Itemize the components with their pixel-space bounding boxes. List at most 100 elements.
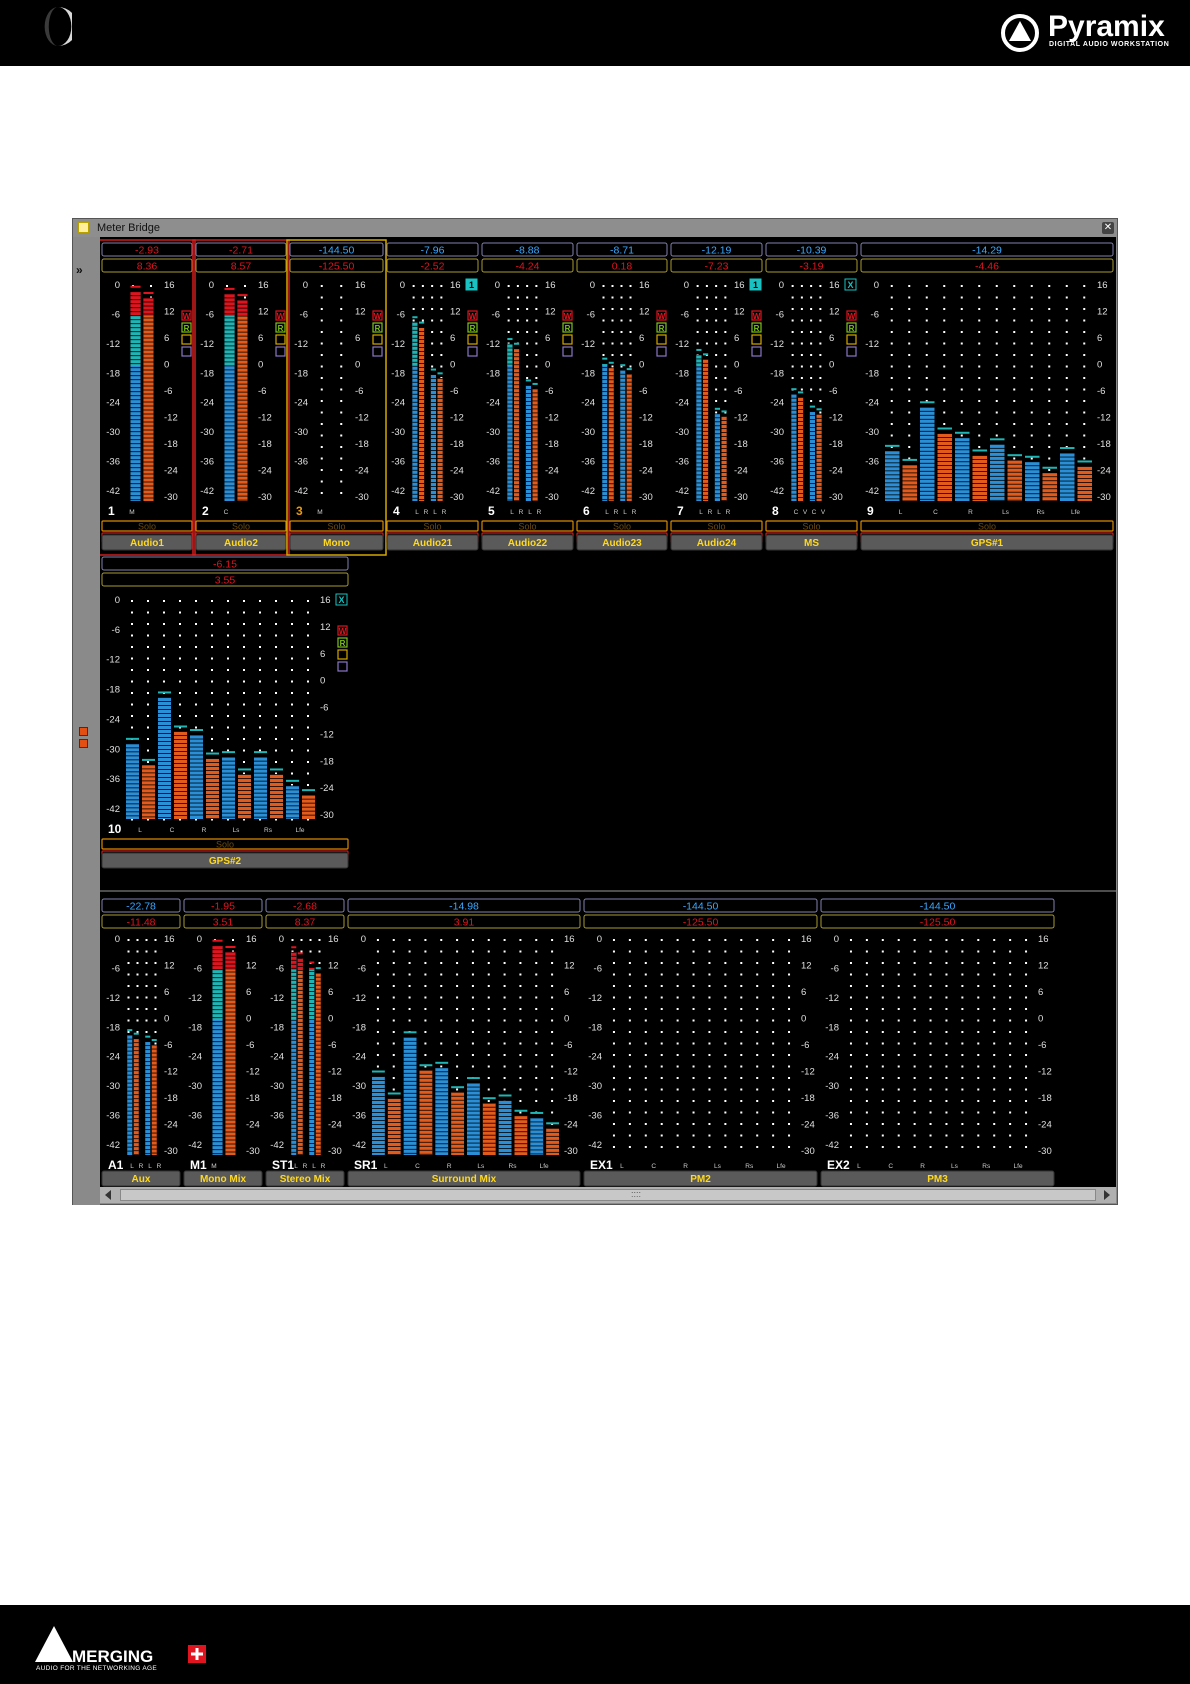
scale-right-label: -24 xyxy=(734,466,748,477)
grid-dot xyxy=(993,1077,996,1079)
grid-dot xyxy=(772,1111,775,1114)
grid-dot xyxy=(705,331,708,333)
bus-strip[interactable]: -144.50-125.500-6-12-18-24-30-36-4216126… xyxy=(583,898,818,1187)
scale-right-label: 0 xyxy=(164,1014,169,1025)
grid-dot xyxy=(676,1019,679,1022)
grid-dot xyxy=(440,1042,443,1045)
scale-right-label: 16 xyxy=(320,595,331,606)
grid-dot xyxy=(551,1008,554,1010)
bus-strip[interactable]: -14.983.910-6-12-18-24-30-36-42161260-6-… xyxy=(347,898,581,1187)
peak-readout: -22.78 xyxy=(126,901,156,913)
grid-dot xyxy=(993,996,996,999)
grid-dot xyxy=(526,354,529,356)
peak-readout: -14.29 xyxy=(972,245,1002,257)
track-strip[interactable]: -14.29-4.460-6-12-18-24-30-36-42161260-6… xyxy=(860,242,1114,551)
grid-dot xyxy=(150,285,152,287)
channel-label: R xyxy=(708,509,713,516)
bus-strip[interactable]: -22.78-11.480-6-12-18-24-30-36-42161260-… xyxy=(101,898,181,1187)
grid-dot xyxy=(865,950,868,953)
bus-strip[interactable]: -144.50-125.500-6-12-18-24-30-36-4216126… xyxy=(820,898,1055,1187)
grid-dot xyxy=(551,962,554,964)
grid-dot xyxy=(897,1134,900,1137)
grid-dot xyxy=(291,939,294,941)
bus-strip[interactable]: -2.688.370-6-12-18-24-30-36-42161260-6-1… xyxy=(265,898,345,1187)
expand-chevrons-icon[interactable]: » xyxy=(76,263,83,277)
grid-dot xyxy=(424,1042,427,1045)
grid-dot xyxy=(791,377,794,379)
grid-dot xyxy=(977,939,980,941)
scroll-right-icon[interactable] xyxy=(1104,1190,1110,1200)
grid-dot xyxy=(471,996,474,999)
grid-dot xyxy=(1065,296,1068,299)
scale-right-label: -6 xyxy=(801,1040,809,1051)
grid-dot xyxy=(535,985,538,987)
track-strip[interactable]: -7.96-2.520-6-12-18-24-30-36-42161260-6-… xyxy=(386,242,479,551)
scale-right-label: 0 xyxy=(258,360,263,371)
bus-strip[interactable]: -1.953.510-6-12-18-24-30-36-42161260-6-1… xyxy=(183,898,263,1187)
track-strip[interactable]: -144.50-125.500-6-12-18-24-30-36-4216126… xyxy=(286,239,387,556)
peak-hold xyxy=(225,945,236,948)
layout-toggle-icon[interactable] xyxy=(79,727,88,736)
grid-dot xyxy=(788,1008,791,1010)
track-strip[interactable]: -8.88-4.240-6-12-18-24-30-36-42161260-6-… xyxy=(481,242,574,551)
scale-left-label: -36 xyxy=(106,457,120,468)
grid-dot xyxy=(897,962,900,964)
grid-dot xyxy=(507,285,510,287)
grid-dot xyxy=(1013,457,1016,460)
scale-right-label: 6 xyxy=(246,987,251,998)
track-strip[interactable]: -2.718.570-6-12-18-24-30-36-42161260-6-1… xyxy=(192,239,290,556)
scale-left-label: -6 xyxy=(194,963,202,974)
scale-left-label: -36 xyxy=(352,1111,366,1122)
track-strip[interactable]: -6.153.550-6-12-18-24-30-36-42161260-6-1… xyxy=(101,556,349,869)
horizontal-scrollbar[interactable]: :::: xyxy=(100,1187,1116,1203)
grid-dot xyxy=(131,634,133,637)
window-titlebar[interactable]: Meter Bridge ✕ xyxy=(73,219,1117,237)
grid-dot xyxy=(1048,400,1051,402)
grid-dot xyxy=(676,1100,679,1102)
grid-dot xyxy=(788,1031,791,1033)
grid-dot xyxy=(179,692,181,694)
grid-dot xyxy=(740,1146,743,1148)
grid-dot xyxy=(772,950,775,953)
peak-hold xyxy=(816,408,822,411)
grid-dot xyxy=(456,1019,459,1022)
grid-dot xyxy=(431,319,434,322)
scale-right-label: 6 xyxy=(829,333,834,344)
grid-dot xyxy=(978,446,981,448)
track-strip[interactable]: -2.938.360-6-12-18-24-30-36-42161260-6-1… xyxy=(98,239,196,556)
grid-dot xyxy=(1048,457,1051,460)
grid-dot xyxy=(960,388,963,391)
grid-dot xyxy=(788,985,791,987)
grid-dot xyxy=(676,1054,679,1056)
product-tagline: DIGITAL AUDIO WORKSTATION xyxy=(1049,41,1170,48)
grid-dot xyxy=(487,1031,490,1033)
grid-dot xyxy=(943,377,946,379)
scale-left-label: -18 xyxy=(106,685,120,696)
meter-bar-peak xyxy=(143,297,154,316)
grid-dot xyxy=(551,1054,554,1056)
scale-right-label: -24 xyxy=(246,1120,260,1131)
grid-dot xyxy=(519,1088,522,1091)
grid-dot xyxy=(440,296,443,299)
scroll-thumb[interactable]: :::: xyxy=(120,1189,1096,1201)
grid-dot xyxy=(943,331,946,333)
grid-dot xyxy=(392,950,395,953)
scale-left-label: -36 xyxy=(200,457,214,468)
track-strip[interactable]: -8.710.180-6-12-18-24-30-36-42161260-6-1… xyxy=(576,242,668,551)
scale-left-label: -6 xyxy=(594,963,602,974)
grid-dot xyxy=(227,611,229,614)
grid-dot xyxy=(791,296,794,299)
close-icon[interactable]: ✕ xyxy=(1102,222,1114,234)
grid-dot xyxy=(756,973,759,976)
layout-toggle-icon[interactable] xyxy=(79,739,88,748)
channel-label: L xyxy=(433,509,437,516)
grid-dot xyxy=(960,342,963,345)
scale-left-label: -12 xyxy=(200,339,214,350)
grid-dot xyxy=(535,1008,538,1010)
grid-dot xyxy=(865,1088,868,1091)
grid-dot xyxy=(291,611,293,614)
track-strip[interactable]: -10.39-3.190-6-12-18-24-30-36-42161260-6… xyxy=(765,242,858,551)
flag-label: W xyxy=(339,627,347,636)
track-strip[interactable]: -12.19-7.230-6-12-18-24-30-36-42161260-6… xyxy=(670,242,763,551)
scroll-left-icon[interactable] xyxy=(105,1190,111,1200)
